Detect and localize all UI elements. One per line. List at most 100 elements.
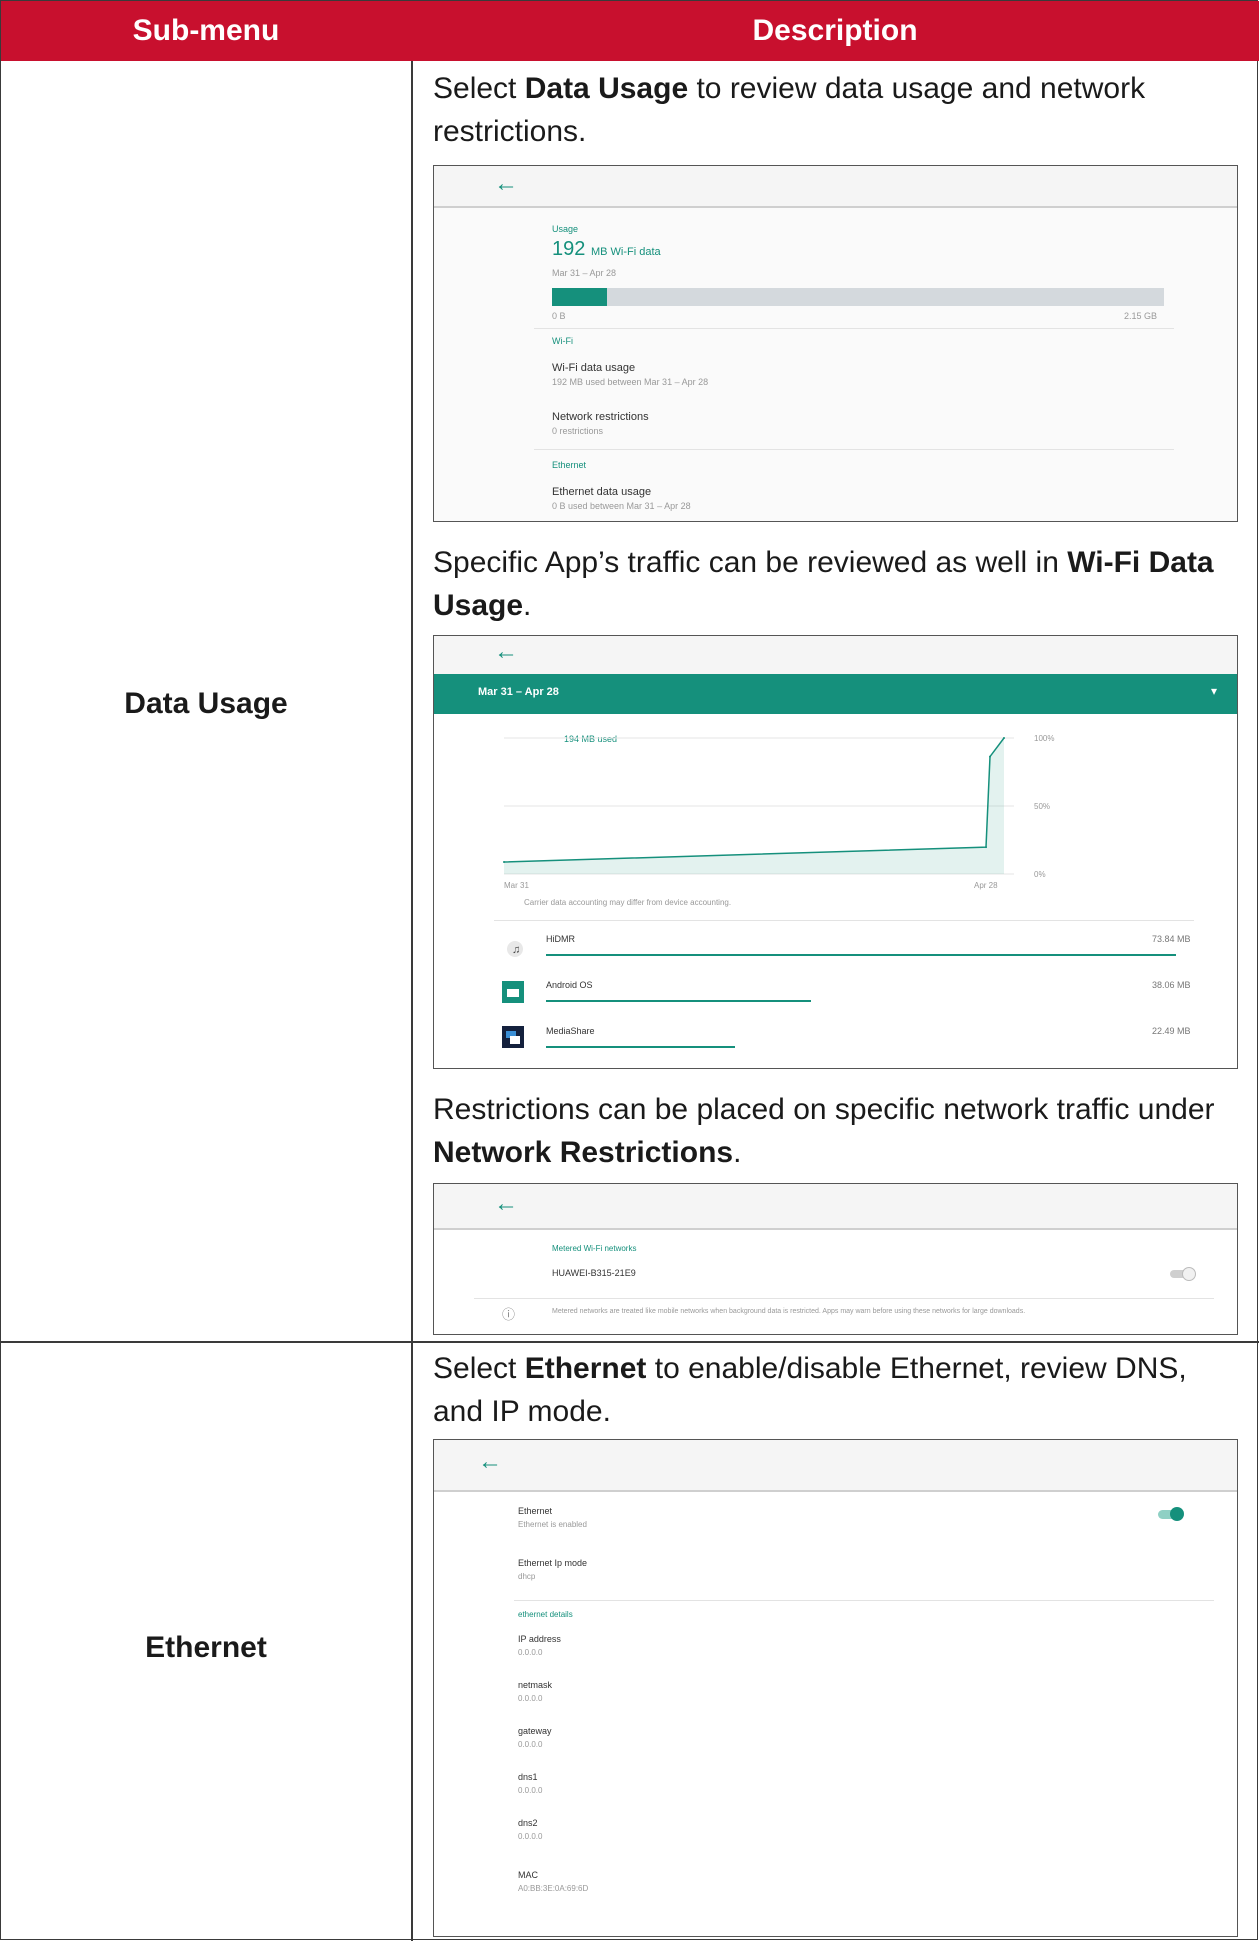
- metered-toggle[interactable]: [1170, 1267, 1196, 1281]
- detail-title: gateway: [518, 1726, 552, 1736]
- divider: [514, 1600, 1214, 1601]
- usage-bar-max: 2.15 GB: [1124, 311, 1158, 321]
- mediashare-icon: [502, 1026, 524, 1048]
- wifi-data-usage-sub: 192 MB used between Mar 31 – Apr 28: [552, 377, 709, 387]
- cycle-bar[interactable]: Mar 31 – Apr 28 ▾: [434, 674, 1237, 714]
- app-bar: ←: [434, 1184, 1237, 1230]
- ethernet-intro: Select Ethernet to enable/disable Ethern…: [433, 1352, 1187, 1428]
- usage-point: [1003, 737, 1005, 739]
- y-tick-label: 50%: [1034, 802, 1050, 811]
- app-bar: ←: [434, 166, 1237, 208]
- ethernet-title: Ethernet: [518, 1506, 553, 1516]
- wifi-data-usage-intro: Specific App’s traffic can be reviewed a…: [433, 546, 1214, 622]
- detail-title: IP address: [518, 1634, 561, 1644]
- usage-progress-bar: [552, 288, 1164, 306]
- usage-bar-min: 0 B: [552, 311, 566, 321]
- row-label-data-usage: Data Usage: [124, 687, 288, 720]
- wifi-data-usage-screenshot: ← Mar 31 – Apr 28 ▾ 194 MB used 100% 50% 0…: [433, 635, 1238, 1069]
- usage-progress-fill: [552, 288, 608, 306]
- android-icon: [502, 981, 524, 1003]
- ethernet-details-header: ethernet details: [518, 1610, 573, 1619]
- ip-mode-title: Ethernet Ip mode: [518, 1558, 588, 1568]
- app-usage-bar: [546, 954, 1176, 956]
- usage-chart: 100% 50% 0% Mar 31 Apr 28: [503, 734, 1054, 890]
- ip-mode-value: dhcp: [518, 1572, 536, 1581]
- app-size: 22.49 MB: [1152, 1026, 1191, 1036]
- y-tick-label: 100%: [1034, 734, 1054, 743]
- data-usage-intro: Select Data Usage to review data usage a…: [433, 72, 1146, 148]
- back-arrow-icon[interactable]: ←: [494, 172, 518, 196]
- x-tick-label: Apr 28: [974, 881, 998, 890]
- app-size: 73.84 MB: [1152, 934, 1191, 944]
- usage-point: [985, 846, 987, 849]
- network-name: HUAWEI-B315-21E9: [552, 1268, 636, 1278]
- ethernet-toggle[interactable]: [1158, 1507, 1184, 1521]
- cycle-label: Mar 31 – Apr 28: [478, 686, 559, 698]
- app-bar: ←: [434, 636, 1237, 674]
- metered-network-row[interactable]: HUAWEI-B315-21E9: [434, 1264, 1237, 1294]
- ethernet-screenshot: ← Ethernet Ethernet is enabled Ethernet …: [433, 1439, 1238, 1937]
- app-usage-bar: [546, 1046, 735, 1048]
- metered-networks-header: Metered Wi-Fi networks: [552, 1244, 637, 1253]
- back-arrow-icon[interactable]: ←: [478, 1450, 502, 1474]
- divider: [534, 449, 1174, 450]
- app-bar: ←: [434, 1440, 1237, 1492]
- info-icon: ⓘ: [502, 1307, 516, 1322]
- ethernet-toggle-row[interactable]: Ethernet Ethernet is enabled: [434, 1498, 1237, 1542]
- divider: [474, 1298, 1214, 1299]
- detail-value: A0:BB:3E:0A:69:6D: [518, 1884, 589, 1893]
- usage-header: Usage: [552, 224, 579, 234]
- app-size: 38.06 MB: [1152, 980, 1191, 990]
- submenu-table: Sub-menu Description Data Usage Select D…: [0, 0, 1259, 1941]
- column-divider: [411, 61, 413, 1941]
- usage-point: [989, 755, 991, 758]
- app-row-hidmr[interactable]: ♫ HiDMR 73.84 MB: [434, 930, 1237, 974]
- network-restrictions-intro: Restrictions can be placed on specific n…: [433, 1093, 1215, 1169]
- hidmr-icon: ♫: [504, 936, 526, 958]
- ethernet-status: Ethernet is enabled: [518, 1520, 587, 1529]
- accounting-note: Carrier data accounting may differ from …: [524, 898, 732, 907]
- app-name: MediaShare: [546, 1026, 595, 1036]
- app-name: HiDMR: [546, 934, 575, 944]
- ethernet-data-usage-item[interactable]: Ethernet data usage: [552, 486, 651, 498]
- divider: [534, 328, 1174, 329]
- app-row-mediashare[interactable]: MediaShare 22.49 MB: [434, 1022, 1237, 1066]
- detail-value: 0.0.0.0: [518, 1786, 543, 1795]
- row-divider: [1, 1341, 1259, 1343]
- network-restrictions-screenshot: ← Metered Wi-Fi networks HUAWEI-B315-21E…: [433, 1183, 1238, 1335]
- detail-title: netmask: [518, 1680, 553, 1690]
- detail-value: 0.0.0.0: [518, 1694, 543, 1703]
- detail-value: 0.0.0.0: [518, 1740, 543, 1749]
- network-restrictions-sub: 0 restrictions: [552, 426, 604, 436]
- header-submenu: Sub-menu: [1, 1, 411, 61]
- svg-text:♫: ♫: [512, 944, 520, 956]
- usage-big-value: 192 MB Wi-Fi data: [552, 238, 661, 260]
- x-tick-label: Mar 31: [504, 881, 529, 890]
- usage-line: [503, 737, 1005, 863]
- detail-title: dns1: [518, 1772, 538, 1782]
- detail-title: dns2: [518, 1818, 538, 1828]
- ethernet-header: Ethernet: [552, 460, 587, 470]
- metered-info-text: Metered networks are treated like mobile…: [552, 1308, 1026, 1315]
- ethernet-ip-mode-row[interactable]: Ethernet Ip mode dhcp: [434, 1550, 1237, 1594]
- header-description: Description: [411, 1, 1259, 61]
- divider: [494, 920, 1194, 921]
- data-usage-screenshot: ← Usage 192 MB Wi-Fi data Mar 31 – Apr 2…: [433, 165, 1238, 522]
- detail-value: 0.0.0.0: [518, 1648, 543, 1657]
- y-tick-label: 0%: [1034, 870, 1046, 879]
- wifi-header: Wi-Fi: [552, 336, 573, 346]
- detail-title: MAC: [518, 1870, 538, 1880]
- network-restrictions-item[interactable]: Network restrictions: [552, 411, 649, 423]
- detail-value: 0.0.0.0: [518, 1832, 543, 1841]
- usage-point: [503, 861, 505, 863]
- back-arrow-icon[interactable]: ←: [494, 640, 518, 664]
- dropdown-arrow-icon: ▾: [1210, 684, 1217, 698]
- usage-date-range: Mar 31 – Apr 28: [552, 268, 617, 278]
- app-usage-bar: [546, 1000, 811, 1002]
- back-arrow-icon[interactable]: ←: [494, 1192, 518, 1216]
- ethernet-data-usage-sub: 0 B used between Mar 31 – Apr 28: [552, 501, 691, 511]
- app-name: Android OS: [546, 980, 593, 990]
- app-row-android-os[interactable]: Android OS 38.06 MB: [434, 976, 1237, 1020]
- row-label-ethernet: Ethernet: [145, 1631, 267, 1664]
- wifi-data-usage-item[interactable]: Wi-Fi data usage: [552, 362, 635, 374]
